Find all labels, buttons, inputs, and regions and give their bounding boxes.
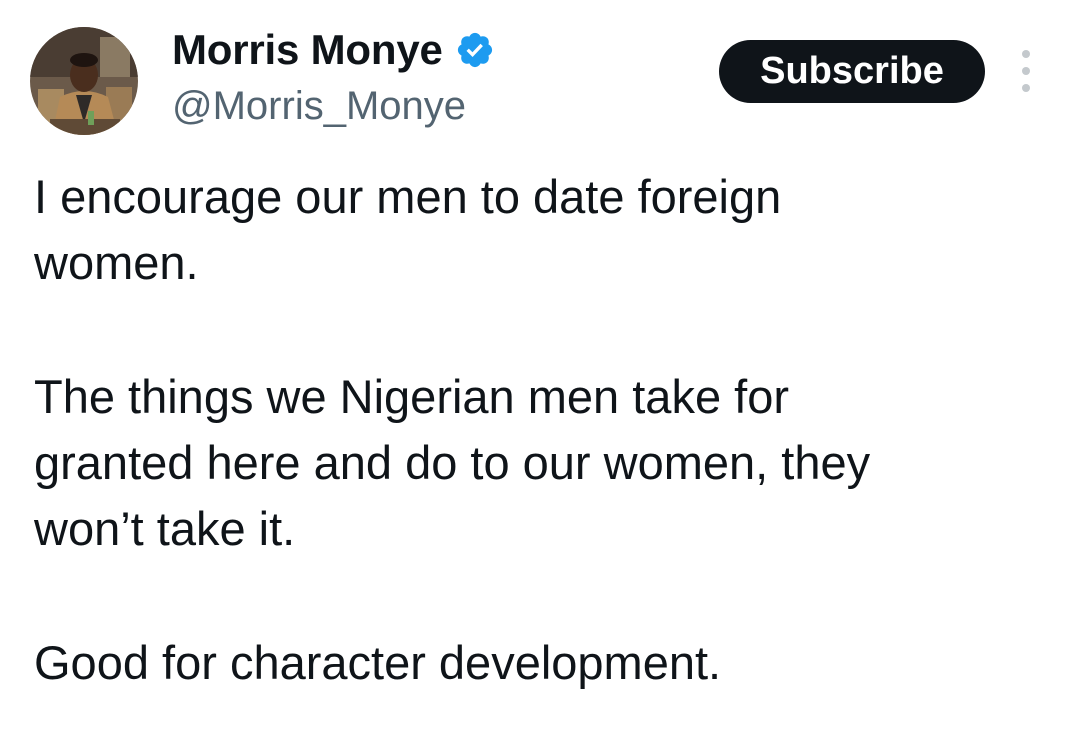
tweet-line: women. xyxy=(34,236,199,289)
tweet-line: Good for character development. xyxy=(34,636,722,689)
tweet-paragraph: I encourage our men to date foreign wome… xyxy=(34,164,1064,296)
more-dot xyxy=(1022,50,1030,58)
tweet-paragraph: Good for character development. xyxy=(34,630,1064,696)
tweet-line: The things we Nigerian men take for xyxy=(34,370,789,423)
avatar-photo xyxy=(30,27,138,135)
avatar[interactable] xyxy=(30,27,138,135)
author-name-row: Morris Monye xyxy=(172,24,495,76)
more-dot xyxy=(1022,84,1030,92)
tweet-line: granted here and do to our women, they xyxy=(34,436,871,489)
tweet-card: Morris Monye @Morris_Monye Subscribe I e… xyxy=(0,0,1080,749)
subscribe-button[interactable]: Subscribe xyxy=(719,40,985,103)
verified-badge-icon xyxy=(457,32,492,68)
author-display-name[interactable]: Morris Monye xyxy=(172,24,443,76)
more-dot xyxy=(1022,67,1030,75)
tweet-line: won’t take it. xyxy=(34,502,296,555)
author-handle[interactable]: @Morris_Monye xyxy=(172,82,466,130)
more-vertical-icon[interactable] xyxy=(1010,50,1042,92)
tweet-paragraph: The things we Nigerian men take for gran… xyxy=(34,364,1064,562)
tweet-text: I encourage our men to date foreign wome… xyxy=(34,164,1064,696)
tweet-line: I encourage our men to date foreign xyxy=(34,170,782,223)
